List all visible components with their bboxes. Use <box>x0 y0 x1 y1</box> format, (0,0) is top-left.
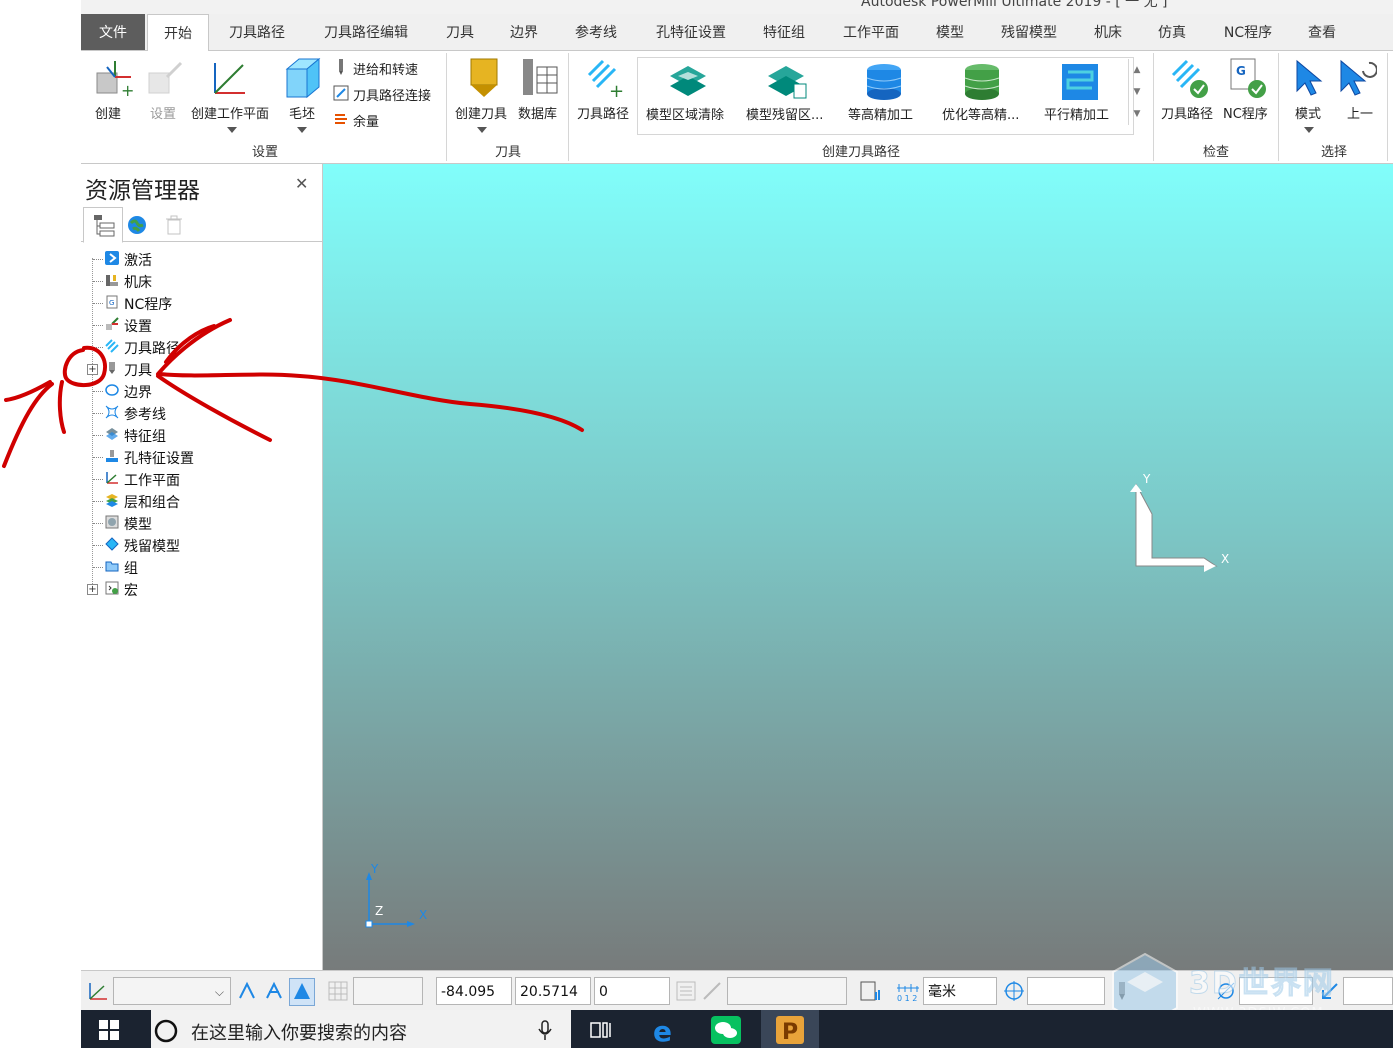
snap-icon[interactable] <box>237 980 259 1002</box>
chevron-down-icon: ⌵ <box>214 985 224 999</box>
measure-value <box>727 977 847 1005</box>
calculator-icon[interactable] <box>859 980 881 1002</box>
measure-icon <box>701 980 723 1002</box>
coord-z[interactable]: 0 <box>594 977 670 1005</box>
watermark-brand: 3D世界网 <box>1189 966 1335 1002</box>
grid-value <box>353 977 423 1005</box>
svg-text:0 1 2: 0 1 2 <box>897 994 917 1002</box>
taskbar-search[interactable]: 在这里输入你要搜索的内容 <box>151 1010 571 1048</box>
search-placeholder: 在这里输入你要搜索的内容 <box>191 1023 407 1044</box>
cortana-icon <box>153 1018 179 1044</box>
microphone-icon[interactable] <box>537 1019 553 1041</box>
task-view-icon[interactable] <box>589 1020 613 1040</box>
red-annotation <box>2 318 584 468</box>
grid-icon <box>327 980 349 1002</box>
svg-text:e: e <box>653 1016 672 1044</box>
units-icon[interactable]: 0 1 2 <box>895 980 921 1003</box>
list-icon <box>675 980 697 1002</box>
workplane-status-icon[interactable] <box>87 980 109 1002</box>
edge-browser-icon[interactable]: e <box>651 1015 679 1048</box>
coord-x[interactable]: -84.095 <box>436 977 512 1005</box>
svg-text:P: P <box>782 1020 798 1045</box>
os-taskbar: 在这里输入你要搜索的内容 e P <box>81 1010 1393 1048</box>
wechat-icon[interactable] <box>711 1016 741 1044</box>
snap-mode-icon[interactable] <box>263 980 285 1002</box>
crosshair-icon[interactable] <box>1003 980 1025 1002</box>
grid-snap-icon[interactable] <box>289 978 315 1006</box>
windows-start-icon[interactable] <box>99 1020 119 1040</box>
coord-y[interactable]: 20.5714 <box>515 977 591 1005</box>
crosshair-value[interactable] <box>1027 977 1105 1005</box>
workplane-select[interactable]: ⌵ <box>113 977 231 1005</box>
units-value[interactable]: 毫米 <box>923 977 997 1005</box>
powermill-taskbar-item[interactable]: P <box>761 1010 819 1048</box>
